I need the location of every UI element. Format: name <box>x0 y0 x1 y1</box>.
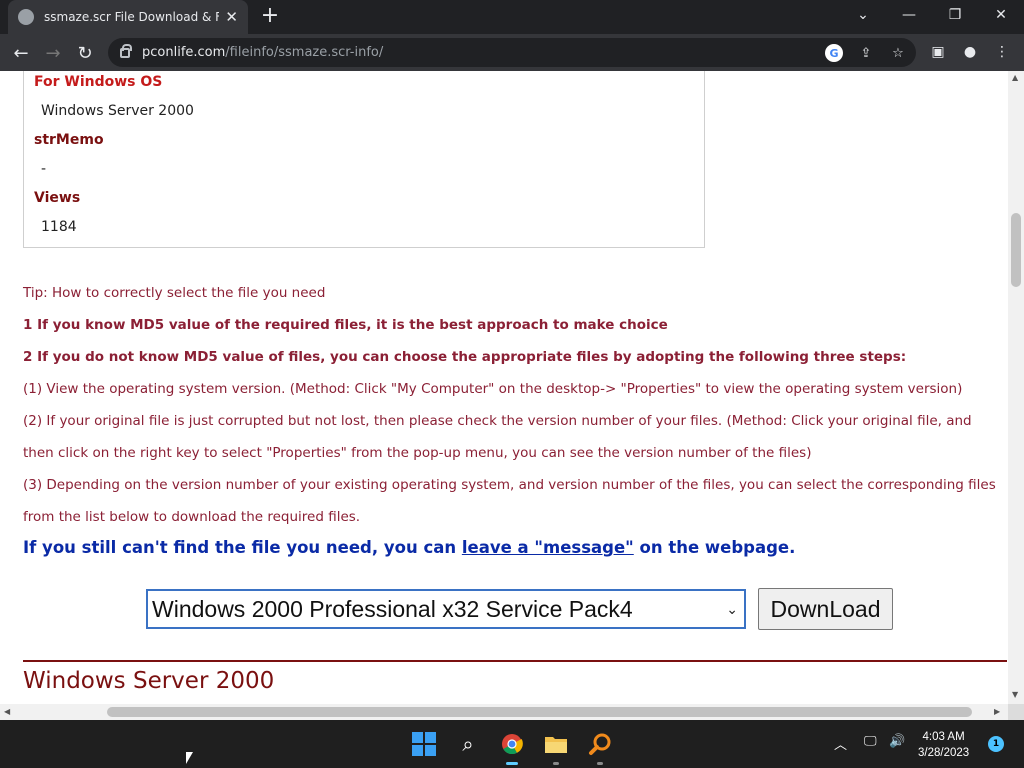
notification-badge[interactable]: 1 <box>988 736 1004 752</box>
tip-step-2a: (2) If your original file is just corrup… <box>23 413 972 429</box>
close-window-button[interactable]: ✕ <box>978 0 1024 30</box>
horizontal-scroll-thumb[interactable] <box>107 707 972 717</box>
scroll-down-icon[interactable]: ▼ <box>1012 690 1018 699</box>
start-button[interactable] <box>408 728 440 760</box>
section-divider <box>23 660 1007 662</box>
scroll-left-icon[interactable]: ◀ <box>4 707 10 716</box>
network-icon[interactable]: 🖵 <box>864 734 877 749</box>
reload-button[interactable]: ↻ <box>72 40 98 66</box>
close-tab-icon[interactable]: ✕ <box>225 9 238 25</box>
address-bar[interactable]: pconlife.com/fileinfo/ssmaze.scr-info/ G… <box>108 38 916 67</box>
clock-date: 3/28/2023 <box>918 747 970 759</box>
browser-tab[interactable]: ssmaze.scr File Download & Fix F ✕ <box>8 0 248 34</box>
minimize-button[interactable]: — <box>886 0 932 30</box>
url-path: /fileinfo/ssmaze.scr-info/ <box>225 45 384 60</box>
volume-icon[interactable]: 🔊 <box>889 734 905 749</box>
menu-kebab-icon[interactable]: ⋮ <box>992 42 1012 62</box>
forward-button[interactable]: → <box>40 40 66 66</box>
tip-title: Tip: How to correctly select the file yo… <box>23 285 326 301</box>
restore-button[interactable]: ❐ <box>932 0 978 30</box>
search-icon[interactable]: ⌕ <box>452 728 484 760</box>
tip-line-1: 1 If you know MD5 value of the required … <box>23 317 668 333</box>
file-info-box: For Windows OS Windows Server 2000 strMe… <box>23 71 705 248</box>
windows-taskbar: ⌕ ︿ 🖵 🔊 4:03 AM 3/28/2023 1 <box>0 720 1024 768</box>
share-icon[interactable]: ⇪ <box>857 44 875 62</box>
mouse-cursor-icon <box>186 752 193 764</box>
magnifier-app-button[interactable] <box>584 728 616 765</box>
profile-icon[interactable]: ● <box>960 42 980 62</box>
google-lens-icon[interactable]: G <box>825 44 843 62</box>
vertical-scroll-thumb[interactable] <box>1011 213 1021 287</box>
vertical-scrollbar[interactable]: ▲ ▼ <box>1008 71 1024 704</box>
views-label: Views <box>34 190 81 206</box>
os-label: For Windows OS <box>34 74 163 90</box>
os-select-value: Windows 2000 Professional x32 Service Pa… <box>152 595 633 622</box>
tip-step-3b: from the list below to download the requ… <box>23 509 361 525</box>
browser-tab-bar: ssmaze.scr File Download & Fix F ✕ + ⌄ —… <box>0 0 1024 34</box>
windows-logo-icon <box>412 732 436 756</box>
tab-title: ssmaze.scr File Download & Fix F <box>44 10 220 24</box>
tip-step-3a: (3) Depending on the version number of y… <box>23 477 996 493</box>
chevron-down-icon: ⌄ <box>726 601 738 617</box>
file-explorer-button[interactable] <box>540 728 572 765</box>
views-value: 1184 <box>41 219 77 235</box>
scroll-up-icon[interactable]: ▲ <box>1012 73 1018 82</box>
show-hidden-icons-chevron-icon[interactable]: ︿ <box>834 734 847 753</box>
help-prefix: If you still can't find the file you nee… <box>23 538 462 557</box>
memo-label: strMemo <box>34 132 104 148</box>
help-suffix: on the webpage. <box>633 538 796 557</box>
running-app-indicator <box>553 762 559 765</box>
browser-toolbar: ← → ↻ pconlife.com/fileinfo/ssmaze.scr-i… <box>0 34 1024 71</box>
tip-step-2b: then click on the right key to select "P… <box>23 445 812 461</box>
horizontal-scrollbar[interactable]: ◀ ▶ <box>0 704 1008 720</box>
bookmark-star-icon[interactable]: ☆ <box>889 44 907 62</box>
system-clock[interactable]: 4:03 AM 3/28/2023 <box>918 729 969 761</box>
tip-step-1: (1) View the operating system version. (… <box>23 381 963 397</box>
new-tab-button[interactable]: + <box>258 5 282 27</box>
folder-icon <box>545 737 567 753</box>
active-app-indicator <box>506 762 518 765</box>
magnifier-icon <box>589 733 611 755</box>
memo-value: - <box>41 161 47 177</box>
os-value: Windows Server 2000 <box>41 103 194 119</box>
section-title: Windows Server 2000 <box>23 668 275 694</box>
url-host: pconlife.com <box>142 45 226 60</box>
tab-search-icon[interactable]: ⌄ <box>840 0 886 30</box>
chrome-taskbar-button[interactable] <box>496 728 528 765</box>
download-button[interactable]: DownLoad <box>758 588 893 630</box>
tip-line-2: 2 If you do not know MD5 value of files,… <box>23 349 907 365</box>
os-version-select[interactable]: Windows 2000 Professional x32 Service Pa… <box>146 589 746 629</box>
side-panel-icon[interactable]: ▣ <box>928 42 948 62</box>
back-button[interactable]: ← <box>8 40 34 66</box>
scroll-right-icon[interactable]: ▶ <box>994 707 1000 716</box>
chrome-icon <box>502 734 523 755</box>
lock-icon[interactable] <box>120 43 132 58</box>
page-viewport: For Windows OS Windows Server 2000 strMe… <box>0 71 1008 704</box>
clock-time: 4:03 AM <box>922 731 965 743</box>
running-app-indicator <box>597 762 603 765</box>
scrollbar-corner <box>1008 704 1024 720</box>
globe-icon <box>18 9 34 25</box>
help-message: If you still can't find the file you nee… <box>23 538 795 557</box>
leave-message-link[interactable]: leave a "message" <box>462 538 634 557</box>
